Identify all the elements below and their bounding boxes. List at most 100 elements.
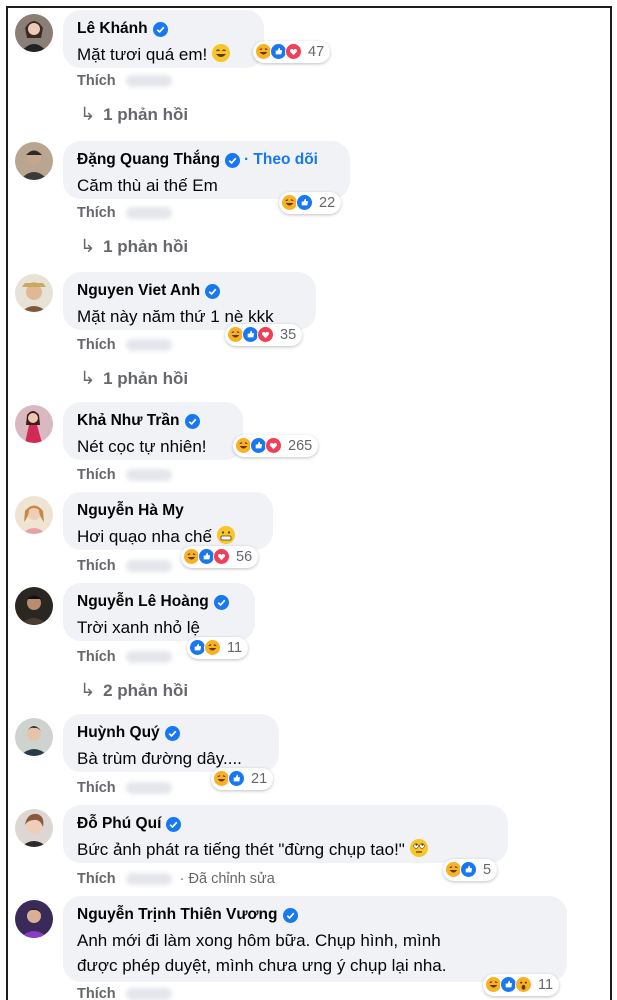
verified-badge-icon (213, 594, 229, 610)
replies-label: 1 phản hồi (103, 236, 189, 256)
comment-bubble: Nguyễn Lê Hoàng Trời xanh nhỏ lệ (63, 583, 255, 641)
like-link[interactable]: Thích (77, 73, 116, 89)
comment-text: Mặt tươi quá em! (77, 45, 208, 64)
comment-text: Nét cọc tự nhiên! (77, 437, 207, 456)
comment-actions: Thích (77, 337, 172, 353)
comment-actions: Thích · Đã chỉnh sửa (77, 871, 275, 887)
like-link[interactable]: Thích (77, 871, 116, 887)
reaction-count: 47 (308, 44, 325, 60)
comment-bubble: Lê Khánh Mặt tươi quá em! (63, 10, 264, 68)
verified-badge-icon (164, 725, 180, 741)
view-replies-link[interactable]: ↳ 2 phản hồi (80, 680, 188, 701)
like-link[interactable]: Thích (77, 205, 116, 221)
view-replies-link[interactable]: ↳ 1 phản hồi (80, 236, 188, 257)
verified-badge-icon (166, 816, 182, 832)
avatar[interactable] (15, 142, 53, 180)
comment-bubble: Nguyễn Hà My Hơi quạo nha chế (63, 492, 273, 550)
comment-actions: Thích (77, 649, 172, 665)
timestamp[interactable] (125, 988, 172, 1000)
verified-badge-icon (224, 152, 240, 168)
timestamp[interactable] (125, 782, 172, 794)
commenter-name[interactable]: Lê Khánh (77, 18, 148, 40)
comment-bubble: Nguyen Viet Anh Mặt này năm thứ 1 nè kkk (63, 272, 316, 330)
verified-badge-icon (184, 413, 200, 429)
reply-arrow-icon: ↳ (80, 368, 96, 388)
replies-label: 2 phản hồi (103, 680, 189, 700)
comment-text: Bức ảnh phát ra tiếng thét "đừng chụp ta… (77, 840, 405, 859)
reply-arrow-icon: ↳ (80, 104, 96, 124)
commenter-name[interactable]: Khả Như Trần (77, 410, 180, 432)
reaction-count: 11 (538, 977, 554, 993)
love-reaction-icon (265, 437, 283, 455)
reaction-summary[interactable]: 56 (181, 546, 259, 568)
avatar[interactable] (15, 496, 53, 534)
verified-badge-icon (282, 907, 298, 923)
like-reaction-icon (228, 770, 246, 788)
rolling-eyes-emoji-icon (409, 839, 428, 857)
timestamp[interactable] (125, 469, 172, 481)
reaction-count: 5 (483, 862, 492, 878)
reply-arrow-icon: ↳ (80, 680, 96, 700)
like-link[interactable]: Thích (77, 337, 116, 353)
reaction-summary[interactable]: 35 (225, 324, 303, 346)
timestamp[interactable] (125, 207, 172, 219)
timestamp[interactable] (125, 339, 172, 351)
reaction-summary[interactable]: 21 (211, 768, 274, 790)
comment-bubble: Đặng Quang Thắng · Theo dõi Căm thù ai t… (63, 141, 350, 199)
reaction-summary[interactable]: 265 (233, 435, 319, 457)
reply-arrow-icon: ↳ (80, 236, 96, 256)
reaction-count: 56 (236, 549, 253, 565)
like-link[interactable]: Thích (77, 780, 116, 796)
reaction-summary[interactable]: 47 (253, 41, 331, 63)
commenter-name[interactable]: Đỗ Phú Quí (77, 813, 161, 835)
reaction-count: 265 (288, 438, 313, 454)
commenter-name[interactable]: Đặng Quang Thắng (77, 149, 220, 171)
commenter-name[interactable]: Huỳnh Quý (77, 722, 160, 744)
timestamp[interactable] (125, 560, 172, 572)
commenter-name[interactable]: Nguyen Viet Anh (77, 280, 200, 302)
avatar[interactable] (15, 809, 53, 847)
avatar[interactable] (15, 274, 53, 312)
timestamp[interactable] (125, 651, 172, 663)
follow-label: Theo dõi (253, 151, 318, 168)
love-reaction-icon (257, 326, 275, 344)
avatar[interactable] (15, 405, 53, 443)
comment-text: Anh mới đi làm xong hôm bữa. Chụp hình, … (77, 931, 447, 975)
view-replies-link[interactable]: ↳ 1 phản hồi (80, 368, 188, 389)
reaction-count: 35 (280, 327, 297, 343)
comment-actions: Thích (77, 73, 172, 89)
grimacing-emoji-icon (216, 526, 235, 544)
reaction-summary[interactable]: 5 (443, 859, 498, 881)
reaction-summary[interactable]: 22 (279, 192, 342, 214)
avatar[interactable] (15, 718, 53, 756)
avatar[interactable] (15, 14, 53, 52)
timestamp[interactable] (125, 873, 172, 885)
commenter-name[interactable]: Nguyễn Trịnh Thiên Vương (77, 904, 278, 926)
haha-reaction-icon (204, 639, 222, 657)
avatar[interactable] (15, 900, 53, 938)
comment-bubble: Huỳnh Quý Bà trùm đường dây.... (63, 714, 279, 772)
like-reaction-icon (460, 861, 478, 879)
like-link[interactable]: Thích (77, 649, 116, 665)
verified-badge-icon (152, 21, 168, 37)
reaction-summary[interactable]: 11 (187, 637, 249, 659)
like-link[interactable]: Thích (77, 986, 116, 1000)
edited-label[interactable]: · Đã chỉnh sửa (180, 871, 275, 887)
view-replies-link[interactable]: ↳ 1 phản hồi (80, 104, 188, 125)
commenter-name[interactable]: Nguyễn Lê Hoàng (77, 591, 209, 613)
reaction-summary[interactable]: 11 (483, 974, 560, 996)
replies-label: 1 phản hồi (103, 368, 189, 388)
comment-text: Hơi quạo nha chế (77, 527, 212, 546)
follow-link[interactable]: · Theo dõi (244, 149, 318, 171)
comment-bubble: Khả Như Trần Nét cọc tự nhiên! (63, 402, 243, 460)
avatar[interactable] (15, 587, 53, 625)
replies-label: 1 phản hồi (103, 104, 189, 124)
timestamp[interactable] (125, 75, 172, 87)
comment-actions: Thích (77, 558, 172, 574)
like-link[interactable]: Thích (77, 558, 116, 574)
like-link[interactable]: Thích (77, 467, 116, 483)
comment-actions: Thích (77, 986, 172, 1000)
reaction-count: 22 (319, 195, 336, 211)
commenter-name[interactable]: Nguyễn Hà My (77, 500, 184, 522)
reaction-count: 21 (251, 771, 268, 787)
